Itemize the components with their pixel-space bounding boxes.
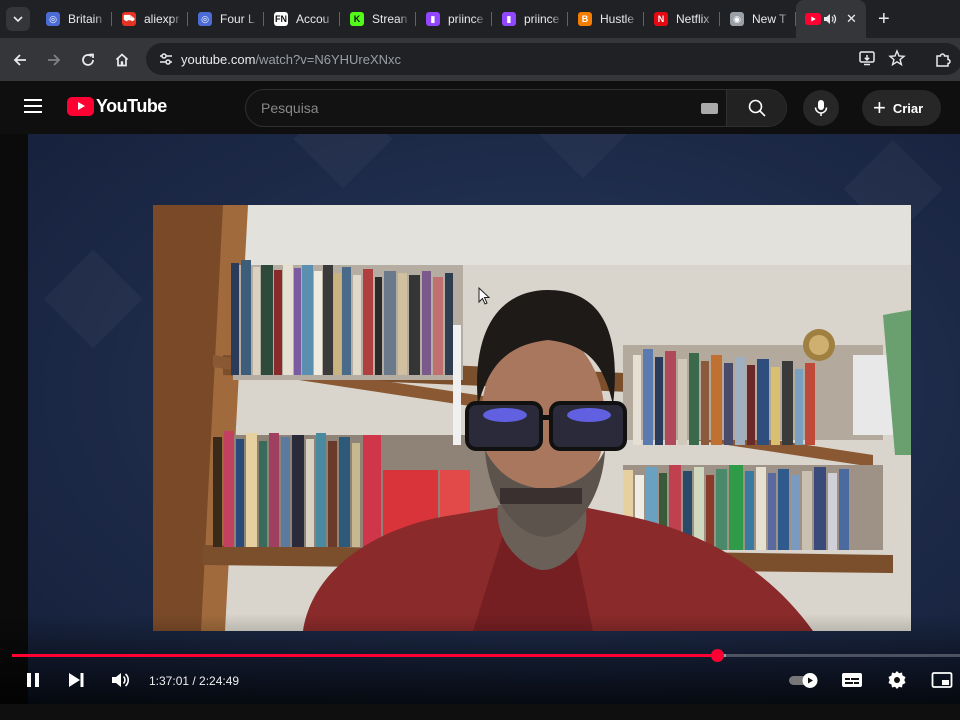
autoplay-toggle[interactable] <box>786 667 822 693</box>
tab-favicon-icon: ◉ <box>730 12 744 26</box>
url-text[interactable]: youtube.com/watch?v=N6YHUreXNxc <box>181 52 401 67</box>
tab-title: Four L <box>220 12 255 26</box>
extensions-button[interactable] <box>934 50 952 73</box>
settings-button[interactable] <box>884 667 910 693</box>
home-icon <box>115 52 129 66</box>
address-bar[interactable]: youtube.com/watch?v=N6YHUreXNxc <box>146 43 960 75</box>
browser-tab[interactable]: ▮ priince <box>416 0 492 38</box>
subtitles-button[interactable] <box>839 667 865 693</box>
tab-title: New T <box>752 12 787 26</box>
tab-favicon-icon: ◎ <box>46 12 60 26</box>
site-info-button[interactable] <box>156 51 176 67</box>
tab-search-button[interactable] <box>6 7 30 31</box>
webcam-frame <box>153 205 911 631</box>
chevron-down-icon <box>13 16 23 23</box>
miniplayer-icon <box>931 672 953 688</box>
url-host: youtube.com <box>181 51 256 67</box>
tab-title: Britain <box>68 12 103 26</box>
youtube-play-icon <box>67 97 94 116</box>
browser-tab[interactable]: ◉ New T <box>720 0 796 38</box>
gear-icon <box>888 671 906 689</box>
scrubber-handle[interactable] <box>710 649 724 662</box>
browser-toolbar: youtube.com/watch?v=N6YHUreXNxc <box>0 38 960 81</box>
star-icon[interactable] <box>888 49 906 67</box>
browser-tab[interactable]: ◎ Four L <box>188 0 264 38</box>
tab-title: Strean <box>372 12 408 26</box>
video-player[interactable]: 1:37:01 / 2:24:49 <box>0 134 960 704</box>
played-bar <box>12 654 717 657</box>
youtube-logo[interactable]: YouTube <box>67 96 167 117</box>
tab-title: aliexpr <box>144 12 180 26</box>
autoplay-icon <box>789 673 818 688</box>
next-button[interactable] <box>63 667 89 693</box>
browser-tab[interactable]: N Netflix <box>644 0 720 38</box>
tab-list: ◎ Britain ⛟ aliexpr ◎ Four L FN Accou K Strean ▮ pr… <box>36 0 866 38</box>
create-label: Criar <box>892 100 924 116</box>
arrow-right-icon <box>48 53 61 66</box>
tab-favicon-icon: ⛟ <box>122 12 136 26</box>
voice-search-button[interactable] <box>803 90 839 126</box>
pause-button[interactable] <box>20 667 46 693</box>
tune-icon <box>160 53 172 65</box>
back-button[interactable] <box>3 43 37 77</box>
tab-title: Accou <box>296 12 330 26</box>
search-box <box>245 89 787 127</box>
create-button[interactable]: + Criar <box>862 90 941 126</box>
guide-menu-button[interactable] <box>24 99 42 113</box>
youtube-masthead: YouTube + Criar <box>0 81 960 134</box>
browser-tab-strip: ◎ Britain ⛟ aliexpr ◎ Four L FN Accou K Strean ▮ pr… <box>0 0 960 38</box>
puzzle-icon <box>936 53 951 67</box>
install-app-icon[interactable] <box>858 49 876 67</box>
tab-favicon-icon: ▮ <box>502 12 516 26</box>
search-button[interactable] <box>726 90 786 126</box>
speaker-icon[interactable] <box>823 13 837 25</box>
miniplayer-button[interactable] <box>929 667 955 693</box>
time-display: 1:37:01 / 2:24:49 <box>149 674 240 688</box>
youtube-wordmark: YouTube <box>96 96 167 116</box>
browser-tab[interactable]: ◎ Britain <box>36 0 112 38</box>
browser-tab-active[interactable]: ✕ <box>796 0 866 38</box>
browser-tab[interactable]: B Hustle <box>568 0 644 38</box>
tab-favicon-icon: FN <box>274 12 288 26</box>
home-button[interactable] <box>105 43 139 77</box>
volume-icon <box>112 673 130 687</box>
tab-favicon-icon: ◎ <box>198 12 212 26</box>
close-tab-icon[interactable]: ✕ <box>846 11 857 27</box>
search-icon <box>748 99 766 117</box>
below-player-area <box>0 704 960 720</box>
tab-title: priince <box>448 12 484 26</box>
keyboard-icon[interactable] <box>701 103 718 114</box>
tab-title: priince <box>524 12 560 26</box>
subtitles-icon <box>842 673 862 687</box>
reload-button[interactable] <box>71 43 105 77</box>
new-tab-button[interactable]: + <box>878 9 890 29</box>
pause-icon <box>27 673 39 687</box>
player-controls: 1:37:01 / 2:24:49 <box>0 662 960 698</box>
mute-button[interactable] <box>107 667 133 693</box>
plus-icon: + <box>873 95 886 120</box>
search-input[interactable] <box>246 90 728 126</box>
mouse-cursor-icon <box>478 287 490 305</box>
browser-tab[interactable]: ⛟ aliexpr <box>112 0 188 38</box>
arrow-left-icon <box>13 53 26 66</box>
url-path: /watch?v=N6YHUreXNxc <box>255 51 402 67</box>
youtube-favicon-icon <box>805 13 821 25</box>
browser-tab[interactable]: FN Accou <box>264 0 340 38</box>
reload-icon <box>82 53 94 66</box>
address-bar-actions <box>858 49 906 67</box>
tab-favicon-icon: ▮ <box>426 12 440 26</box>
tab-favicon-icon: K <box>350 12 364 26</box>
tab-title: Netflix <box>676 12 710 26</box>
browser-tab[interactable]: K Strean <box>340 0 416 38</box>
tab-favicon-icon: B <box>578 12 592 26</box>
forward-button[interactable] <box>37 43 71 77</box>
microphone-icon <box>814 100 828 116</box>
tab-title: Hustle <box>600 12 635 26</box>
skip-next-icon <box>69 673 84 687</box>
progress-bar[interactable] <box>12 649 960 662</box>
browser-tab[interactable]: ▮ priince <box>492 0 568 38</box>
tab-favicon-icon: N <box>654 12 668 26</box>
